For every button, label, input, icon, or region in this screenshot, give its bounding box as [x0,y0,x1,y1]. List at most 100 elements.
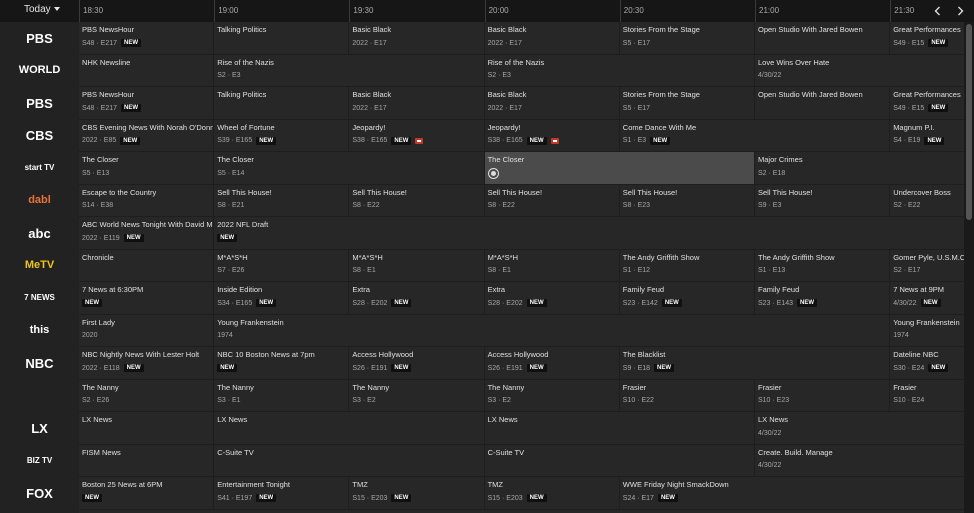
program-cell[interactable]: 2022 NFL Draft NEW [214,217,964,250]
program-cell[interactable]: Major Crimes S2 · E18 [755,152,964,185]
program-cell[interactable]: The Blacklist S9 · E18 NEW [619,347,891,380]
program-cell[interactable]: Family Feud S23 · E142 NEW [619,282,755,315]
program-cell[interactable]: Chronicle [79,249,215,282]
channel-pbs-logo[interactable]: PBS [0,87,79,120]
program-cell[interactable]: Access Hollywood S26 · E191 NEW [484,347,620,380]
program-cell[interactable]: Rise of the Nazis S2 · E3 [484,54,755,87]
channel-nbc-logo[interactable]: NBC [0,347,79,380]
program-cell[interactable]: Inside Edition S34 · E165 NEW [214,282,350,315]
program-cell[interactable]: The Andy Griffith Show S1 · E12 [619,249,755,282]
program-cell[interactable]: The Closer S5 · E13 [79,152,215,185]
program-cell[interactable]: Open Studio With Jared Bowen [755,22,891,55]
program-cell[interactable]: Boston 25 News at 6PM NEW [79,477,215,510]
channel-world-logo[interactable]: WORLD [0,55,79,88]
program-cell[interactable]: Magnum P.I. S4 · E19 NEW [890,120,964,152]
program-cell[interactable]: PBS NewsHour S48 · E217 NEW [79,22,215,55]
program-cell[interactable]: Great Performances S49 · E15 NEW [890,87,964,120]
program-cell[interactable]: Access Hollywood S26 · E191 NEW [349,347,485,380]
program-cell[interactable]: 7 News at 6:30PM NEW [79,282,215,315]
program-cell[interactable]: Jeopardy! S38 · E165 NEW [349,119,485,152]
program-cell[interactable]: Frasier S10 · E24 [890,380,964,412]
program-cell[interactable]: Gomer Pyle, U.S.M.C. S2 · E17 [890,250,964,282]
program-cell[interactable]: Come Dance With Me S1 · E3 NEW [619,119,891,152]
program-cell[interactable]: Extra S28 · E202 NEW [484,282,620,315]
program-cell[interactable]: LX News 4/30/22 [755,412,964,445]
program-cell[interactable]: Create. Build. Manage 4/30/22 [755,445,964,477]
program-cell[interactable]: Sell This House! S8 · E22 [484,184,620,217]
program-cell[interactable]: M*A*S*H S7 · E26 [214,249,350,282]
program-cell[interactable]: 7 News at 9PM 4/30/22 NEW [890,282,964,315]
program-cell[interactable]: M*A*S*H S8 · E1 [484,249,620,282]
program-cell[interactable]: Frasier S10 · E23 [755,379,891,412]
program-cell[interactable]: Basic Black 2022 · E17 [349,87,485,120]
program-cell[interactable]: NBC 10 Boston News at 7pm NEW [214,347,350,380]
program-cell[interactable]: Basic Black 2022 · E17 [484,87,620,120]
program-cell[interactable]: Extra S28 · E202 NEW [349,282,485,315]
today-dropdown[interactable]: Today [24,4,60,15]
program-cell[interactable]: Stories From the Stage S5 · E17 [619,22,755,55]
program-cell[interactable]: FISM News [79,444,215,477]
program-cell[interactable]: LX News [79,412,215,445]
record-icon[interactable] [415,137,424,144]
channel-dabl-logo[interactable]: dabl [0,185,79,218]
program-cell[interactable]: WWE Friday Night SmackDown S24 · E17 NEW [619,477,964,510]
program-cell[interactable]: Young Frankenstein 1974 [214,314,891,347]
program-cell[interactable]: Open Studio With Jared Bowen [755,87,891,120]
program-cell[interactable]: Basic Black 2022 · E17 [349,22,485,55]
program-cell[interactable]: Talking Politics [214,22,350,55]
program-cell[interactable]: Family Feud S23 · E143 NEW [755,282,891,315]
channel-pbs-logo[interactable]: PBS [0,22,79,55]
program-cell[interactable]: Love Wins Over Hate 4/30/22 [755,55,964,87]
channel-metv-logo[interactable]: MeTV [0,250,79,283]
program-cell[interactable]: Young Frankenstein 1974 [890,315,964,347]
program-cell[interactable]: CBS Evening News With Norah O'Donnell 202… [79,119,215,152]
program-cell[interactable]: TMZ S15 · E203 NEW [349,477,485,510]
program-cell[interactable]: C-Suite TV [484,444,755,477]
program-cell[interactable]: The Andy Griffith Show S1 · E13 [755,249,891,282]
channel-cbs-logo[interactable]: CBS [0,120,79,153]
program-cell[interactable]: Stories From the Stage S5 · E17 [619,87,755,120]
program-cell[interactable]: Wheel of Fortune S39 · E165 NEW [214,119,350,152]
program-cell[interactable]: The Nanny S2 · E26 [79,379,215,412]
program-cell[interactable]: PBS NewsHour S48 · E217 NEW [79,87,215,120]
program-cell[interactable]: The Nanny S3 · E1 [214,379,350,412]
program-cell[interactable]: Great Performances S49 · E15 NEW [890,22,964,55]
program-cell[interactable]: Entertainment Tonight S41 · E197 NEW [214,477,350,510]
program-cell[interactable]: Sell This House! S8 · E23 [619,184,755,217]
program-cell[interactable]: Dateline NBC S30 · E24 NEW [890,347,964,380]
program-cell[interactable]: Sell This House! S9 · E3 [755,184,891,217]
program-cell[interactable]: Undercover Boss S2 · E22 [890,185,964,217]
scrollbar-thumb[interactable] [966,24,972,220]
program-cell[interactable]: Rise of the Nazis S2 · E3 [214,54,485,87]
channel-7news-logo[interactable]: 7 NEWS [0,282,79,315]
program-cell[interactable]: LX News [214,412,485,445]
program-cell[interactable]: Escape to the Country S14 · E38 [79,184,215,217]
channel-this-logo[interactable]: this [0,315,79,348]
program-cell[interactable]: First Lady 2020 [79,314,215,347]
program-cell[interactable]: M*A*S*H S8 · E1 [349,249,485,282]
program-cell[interactable]: NBC Nightly News With Lester Holt 2022 · … [79,347,215,380]
channel-blank-logo[interactable] [0,380,79,413]
program-cell[interactable]: Frasier S10 · E22 [619,379,755,412]
program-cell[interactable]: The Nanny S3 · E2 [349,379,485,412]
program-cell[interactable]: Talking Politics [214,87,350,120]
channel-abc-logo[interactable]: abc [0,217,79,250]
program-cell[interactable]: NHK Newsline [79,54,215,87]
next-time-button[interactable] [954,5,966,17]
program-cell[interactable]: The Nanny S3 · E2 [484,379,620,412]
program-cell[interactable]: The Closer S5 · E14 [214,152,485,185]
program-cell[interactable]: LX News [484,412,755,445]
program-cell[interactable]: C-Suite TV [214,444,485,477]
prev-time-button[interactable] [932,5,944,17]
program-cell[interactable]: The Closer [484,152,755,185]
program-cell[interactable]: Sell This House! S8 · E22 [349,184,485,217]
program-cell[interactable]: TMZ S15 · E203 NEW [484,477,620,510]
record-icon[interactable] [550,137,559,144]
channel-starttv-logo[interactable]: start TV [0,152,79,185]
program-cell[interactable]: Jeopardy! S38 · E165 NEW [484,119,620,152]
program-cell[interactable]: Sell This House! S8 · E21 [214,184,350,217]
channel-biztv-logo[interactable]: BIZ TV [0,445,79,478]
program-cell[interactable]: Basic Black 2022 · E17 [484,22,620,55]
program-cell[interactable]: ABC World News Tonight With David Muir 20… [79,217,215,250]
channel-lx-logo[interactable]: LX [0,412,79,445]
